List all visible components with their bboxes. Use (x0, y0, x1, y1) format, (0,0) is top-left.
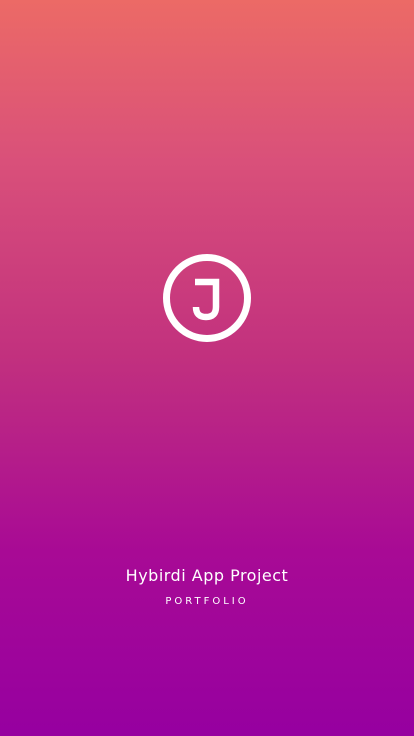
j-circle-logo-icon (163, 254, 251, 342)
app-title: Hybirdi App Project (125, 566, 289, 585)
app-subtitle: PORTFOLIO (165, 596, 249, 607)
splash-screen: Hybirdi App Project PORTFOLIO (0, 0, 414, 736)
